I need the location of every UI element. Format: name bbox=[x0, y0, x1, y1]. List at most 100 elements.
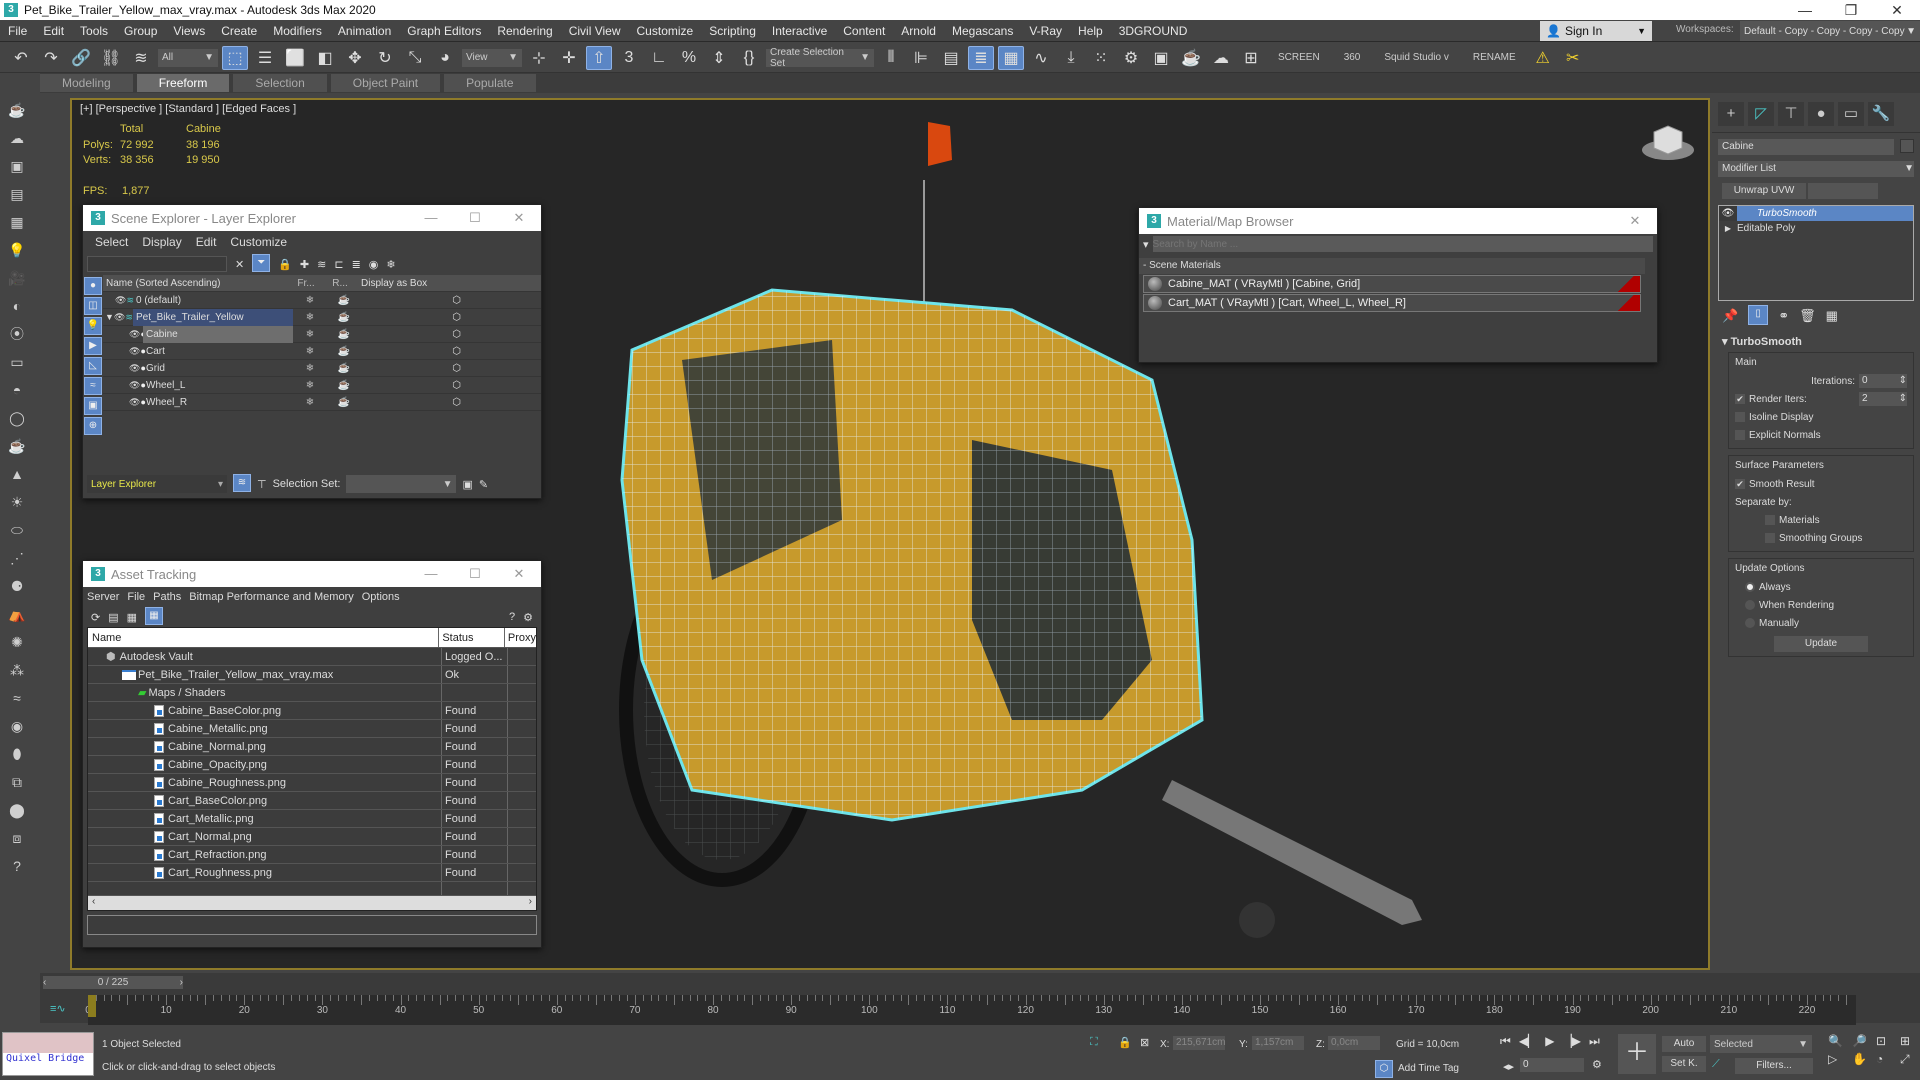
toggle-ribbon-icon[interactable]: ▦ bbox=[998, 45, 1024, 70]
undo-icon[interactable]: ↶ bbox=[8, 46, 34, 70]
menu-tools[interactable]: Tools bbox=[72, 24, 116, 38]
scene-explorer-search-input[interactable] bbox=[87, 256, 227, 272]
mesh-light-icon[interactable]: ☕ bbox=[6, 435, 28, 457]
minimize-button[interactable]: — bbox=[1782, 2, 1828, 19]
layers-add-icon[interactable]: ≋ bbox=[317, 258, 326, 271]
vray-sphere-icon[interactable]: ⬮ bbox=[6, 743, 28, 765]
ribbon-tab-modeling[interactable]: Modeling bbox=[40, 74, 133, 92]
time-slider[interactable]: ‹ 0 / 225 › bbox=[43, 976, 183, 989]
stack-item-editable-poly[interactable]: ▶ Editable Poly bbox=[1719, 221, 1913, 236]
menu-views[interactable]: Views bbox=[165, 24, 213, 38]
hierarchy-mode-icon[interactable]: ⊤ bbox=[257, 478, 267, 491]
eye-icon[interactable]: 👁 bbox=[1719, 206, 1737, 221]
scale-icon[interactable]: ⤡ bbox=[402, 46, 428, 70]
menu-megascans[interactable]: Megascans bbox=[944, 24, 1021, 38]
at-menu-server[interactable]: Server bbox=[87, 591, 119, 603]
viewport-label[interactable]: [+] [Perspective ] [Standard ] [Edged Fa… bbox=[80, 103, 296, 115]
menu-modifiers[interactable]: Modifiers bbox=[265, 24, 330, 38]
rename-button[interactable]: RENAME bbox=[1463, 52, 1526, 63]
select-object-icon[interactable]: ⬚ bbox=[222, 45, 248, 70]
move-icon[interactable]: ✥ bbox=[342, 46, 368, 70]
proxy-icon[interactable]: ⚈ bbox=[6, 575, 28, 597]
render-production-icon[interactable]: ☕ bbox=[1178, 46, 1204, 70]
layer-row[interactable]: 👁● Wheel_L ❄ ☕ ⬡ bbox=[103, 377, 541, 394]
physical-camera-icon[interactable]: ◐ bbox=[6, 295, 28, 317]
menu-rendering[interactable]: Rendering bbox=[489, 24, 560, 38]
cameras-filter-icon[interactable]: ▶ bbox=[84, 337, 102, 355]
asset-row[interactable]: ▰ Maps / Shaders bbox=[88, 684, 536, 702]
refresh-icon[interactable]: ⟳ bbox=[91, 611, 100, 624]
asset-row[interactable]: Cart_Normal.png Found bbox=[88, 828, 536, 846]
renderable-teapot-icon[interactable]: ☕ bbox=[327, 346, 361, 357]
thumbnail-view-icon[interactable]: ▦ bbox=[127, 611, 137, 624]
vray-camera-icon[interactable]: ⦿ bbox=[6, 323, 28, 345]
unwrap-uvw-button[interactable]: Unwrap UVW bbox=[1722, 183, 1806, 199]
place-icon[interactable]: ◕ bbox=[432, 46, 458, 70]
pan-icon[interactable]: ✋ bbox=[1852, 1052, 1872, 1067]
materials-checkbox[interactable] bbox=[1765, 515, 1775, 525]
rendered-frame-window-icon[interactable]: ▣ bbox=[1148, 46, 1174, 70]
infinite-plane-icon[interactable]: ◉ bbox=[6, 715, 28, 737]
time-cursor[interactable] bbox=[88, 995, 96, 1017]
menu-3dground[interactable]: 3DGROUND bbox=[1111, 24, 1196, 38]
teapot-icon[interactable]: ☕ bbox=[6, 99, 28, 121]
visibility-eye-icon[interactable]: 👁 bbox=[114, 312, 125, 322]
lights-filter-icon[interactable]: 💡 bbox=[84, 317, 102, 335]
asset-row[interactable]: Cabine_BaseColor.png Found bbox=[88, 702, 536, 720]
key-filter-dropdown[interactable]: Selected ▼ bbox=[1710, 1035, 1812, 1053]
percent-snap-icon[interactable]: % bbox=[676, 46, 702, 70]
sphere-light-icon[interactable]: ◯ bbox=[6, 407, 28, 429]
at-menu-bitmap-performance-and-memory[interactable]: Bitmap Performance and Memory bbox=[189, 591, 353, 603]
link-icon[interactable]: 🔗 bbox=[68, 46, 94, 70]
rotate-icon[interactable]: ↻ bbox=[372, 46, 398, 70]
clipper-icon[interactable]: ✺ bbox=[6, 631, 28, 653]
remove-modifier-icon[interactable]: 🗑 bbox=[1799, 308, 1816, 324]
menu-content[interactable]: Content bbox=[835, 24, 893, 38]
freeze-icon[interactable]: ❄ bbox=[293, 346, 327, 357]
workspaces-dropdown[interactable]: Default - Copy - Copy - Copy - Copy ▼ bbox=[1740, 21, 1920, 41]
modify-tab-icon[interactable]: ◸ bbox=[1748, 102, 1774, 126]
display-as-box-icon[interactable]: ⬡ bbox=[361, 380, 541, 391]
freeze-icon[interactable]: ❄ bbox=[293, 397, 327, 408]
squid-studio-button[interactable]: Squid Studio v bbox=[1374, 52, 1459, 63]
disc-light-icon[interactable]: ⬭ bbox=[6, 519, 28, 541]
se-menu-display[interactable]: Display bbox=[142, 235, 181, 249]
visibility-eye-icon[interactable]: 👁 bbox=[129, 363, 140, 373]
track-bar[interactable]: 0102030405060708090100110120130140150160… bbox=[85, 995, 1856, 1025]
selection-lock-icon[interactable]: 🔒 bbox=[1118, 1036, 1132, 1049]
configure-modifier-sets-icon[interactable]: ▦ bbox=[1826, 308, 1838, 324]
turbosmooth-rollout-header[interactable]: ▾ TurboSmooth bbox=[1718, 331, 1914, 348]
shapes-filter-icon[interactable]: ◫ bbox=[84, 297, 102, 315]
object-color-swatch[interactable] bbox=[1900, 139, 1914, 153]
hierarchy-tab-icon[interactable]: ⊤ bbox=[1778, 102, 1804, 126]
visibility-eye-icon[interactable]: 👁 bbox=[129, 380, 140, 390]
toggle-scene-explorer-icon[interactable]: ▤ bbox=[938, 46, 964, 70]
column-name[interactable]: Name (Sorted Ascending) bbox=[103, 275, 289, 292]
layer-row[interactable]: 👁≋ 0 (default) ❄ ☕ ⬡ bbox=[103, 292, 541, 309]
renderable-teapot-icon[interactable]: ☕ bbox=[327, 329, 361, 340]
previous-key-icon[interactable]: ◀▏ bbox=[1519, 1034, 1537, 1049]
se-menu-select[interactable]: Select bbox=[95, 235, 128, 249]
spacewarps-filter-icon[interactable]: ≈ bbox=[84, 377, 102, 395]
at-menu-paths[interactable]: Paths bbox=[153, 591, 181, 603]
minimize-button[interactable]: — bbox=[409, 566, 453, 582]
modifier-list-dropdown[interactable]: Modifier List ▼ bbox=[1718, 161, 1914, 177]
layers-icon[interactable]: ≣ bbox=[352, 258, 361, 271]
list-view-icon[interactable]: ▤ bbox=[108, 611, 118, 624]
maximize-button[interactable]: ☐ bbox=[453, 566, 497, 582]
menu-interactive[interactable]: Interactive bbox=[764, 24, 835, 38]
display-tab-icon[interactable]: ▭ bbox=[1838, 102, 1864, 126]
at-menu-file[interactable]: File bbox=[127, 591, 145, 603]
menu-create[interactable]: Create bbox=[213, 24, 265, 38]
renderable-teapot-icon[interactable]: ☕ bbox=[327, 397, 361, 408]
hierarchy-icon[interactable]: ⊏ bbox=[334, 258, 343, 271]
bind-space-warp-icon[interactable]: ≋ bbox=[128, 46, 154, 70]
menu-customize[interactable]: Customize bbox=[629, 24, 702, 38]
zoom-extents-all-icon[interactable]: ⊞ bbox=[1900, 1034, 1920, 1048]
pin-stack-icon[interactable]: 📌 bbox=[1722, 308, 1738, 324]
asset-row[interactable]: Cart_Metallic.png Found bbox=[88, 810, 536, 828]
schematic-view-icon[interactable]: ⤓ bbox=[1058, 46, 1084, 70]
menu-civil-view[interactable]: Civil View bbox=[561, 24, 629, 38]
mirror-icon[interactable]: ⫴ bbox=[878, 46, 904, 70]
scroll-left-icon[interactable]: ‹ bbox=[92, 896, 95, 910]
